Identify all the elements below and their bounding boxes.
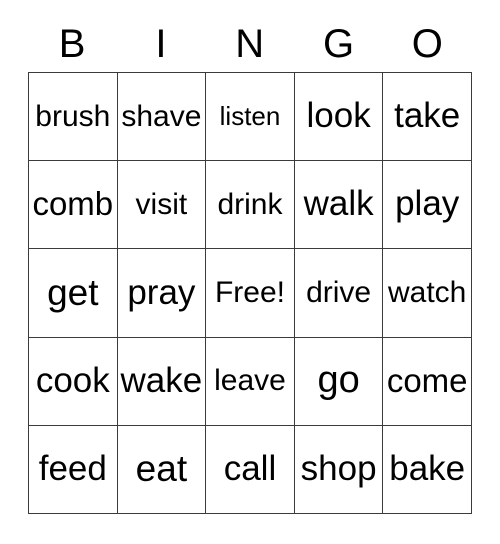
- bingo-cell-label: bake: [389, 449, 466, 489]
- header-letter-b: B: [58, 22, 86, 66]
- bingo-card: B I N G O brush shave listen look take comb vi…: [0, 0, 500, 544]
- header-letter-g: G: [322, 22, 355, 66]
- bingo-cell[interactable]: bake: [383, 425, 472, 514]
- bingo-cell-free[interactable]: Free!: [206, 249, 295, 338]
- bingo-cell-label: pray: [127, 272, 196, 312]
- bingo-cell-label: comb: [32, 185, 114, 223]
- bingo-cell[interactable]: wake: [117, 337, 207, 426]
- bingo-cell-label: listen: [219, 100, 281, 131]
- header-letter-n: N: [235, 22, 265, 66]
- bingo-cell[interactable]: listen: [206, 73, 295, 162]
- bingo-cell[interactable]: leave: [206, 337, 295, 426]
- bingo-cell-label: drive: [306, 276, 372, 310]
- bingo-cell[interactable]: call: [206, 425, 295, 514]
- bingo-cell-label: call: [223, 449, 277, 489]
- bingo-cell-label: play: [395, 184, 460, 224]
- bingo-cell[interactable]: visit: [117, 161, 207, 250]
- bingo-cell-label: get: [47, 271, 99, 313]
- bingo-header-row: B I N G O: [28, 16, 472, 72]
- bingo-cell[interactable]: cook: [29, 337, 118, 426]
- bingo-cell-label: take: [394, 96, 461, 136]
- bingo-cell-label: leave: [214, 364, 286, 398]
- bingo-cell[interactable]: drive: [294, 249, 384, 338]
- bingo-cell-label: feed: [38, 449, 107, 489]
- bingo-cell[interactable]: get: [29, 249, 118, 338]
- bingo-grid: brush shave listen look take comb visit drink wa…: [28, 72, 472, 514]
- header-letter-i: I: [155, 22, 167, 66]
- bingo-cell-label: watch: [388, 276, 467, 310]
- bingo-cell[interactable]: brush: [29, 73, 118, 162]
- bingo-cell-label: brush: [35, 99, 111, 133]
- bingo-cell[interactable]: go: [294, 337, 384, 426]
- bingo-cell[interactable]: watch: [383, 249, 472, 338]
- bingo-cell-label: go: [317, 359, 360, 402]
- bingo-cell-label: wake: [120, 360, 203, 400]
- bingo-cell-label: drink: [217, 188, 283, 222]
- bingo-cell-label: cook: [35, 360, 110, 400]
- bingo-cell[interactable]: shop: [294, 425, 384, 514]
- bingo-cell[interactable]: shave: [117, 73, 207, 162]
- bingo-cell[interactable]: drink: [206, 161, 295, 250]
- bingo-cell-label: shop: [300, 449, 377, 489]
- bingo-cell-label: Free!: [214, 276, 285, 310]
- bingo-cell[interactable]: feed: [29, 425, 118, 514]
- bingo-cell[interactable]: take: [383, 73, 472, 162]
- bingo-cell-label: walk: [303, 184, 374, 224]
- bingo-cell[interactable]: eat: [117, 425, 207, 514]
- bingo-cell-label: eat: [135, 447, 188, 489]
- bingo-cell[interactable]: come: [383, 337, 472, 426]
- bingo-cell[interactable]: comb: [29, 161, 118, 250]
- bingo-cell-label: look: [306, 96, 371, 136]
- bingo-cell-label: shave: [121, 99, 202, 133]
- bingo-cell[interactable]: look: [294, 73, 384, 162]
- bingo-cell[interactable]: pray: [117, 249, 207, 338]
- bingo-cell[interactable]: walk: [294, 161, 384, 250]
- bingo-cell-label: visit: [135, 188, 188, 222]
- bingo-cell[interactable]: play: [383, 161, 472, 250]
- bingo-cell-label: come: [386, 361, 468, 399]
- header-letter-o: O: [411, 22, 444, 66]
